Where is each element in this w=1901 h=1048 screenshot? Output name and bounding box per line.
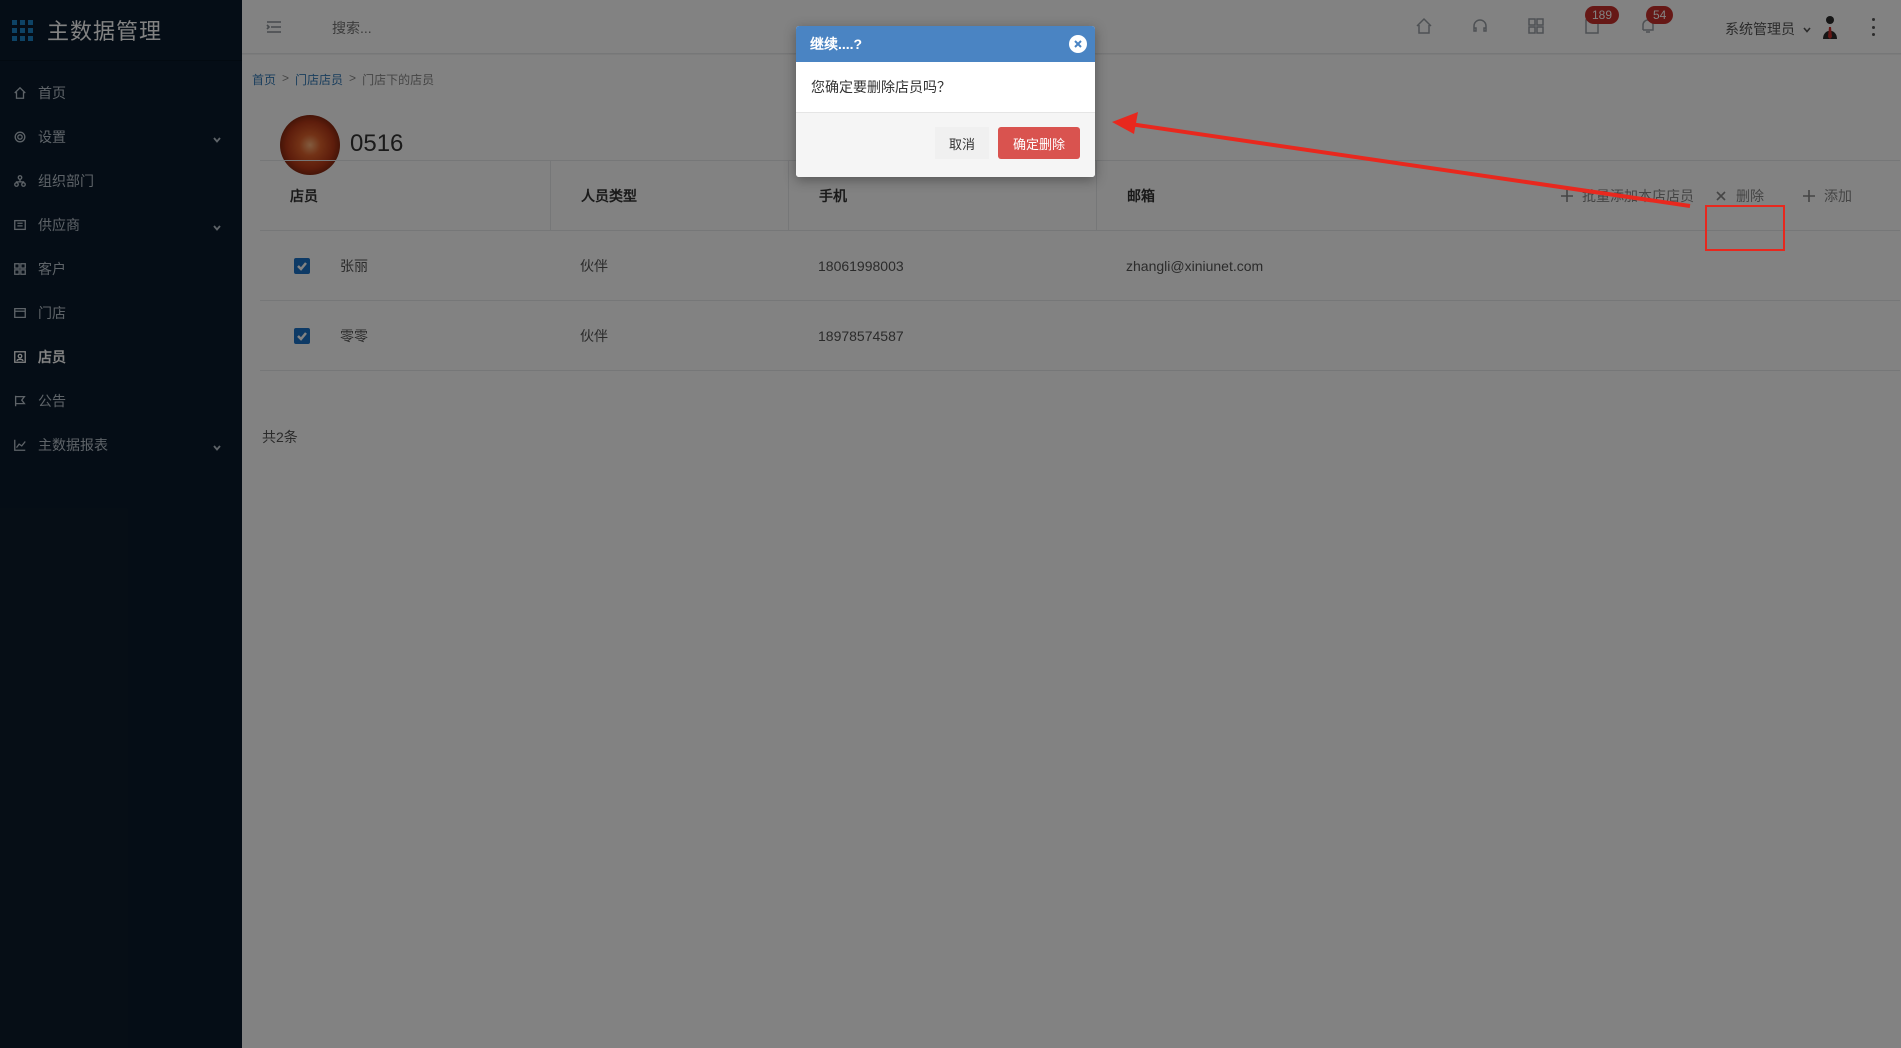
confirm-delete-button[interactable]: 确定删除 bbox=[998, 127, 1080, 159]
close-icon[interactable] bbox=[1069, 35, 1087, 53]
dialog-footer: 取消 确定删除 bbox=[796, 112, 1095, 177]
confirm-delete-dialog: 继续....? 您确定要删除店员吗？ 取消 确定删除 bbox=[796, 26, 1095, 177]
annotation-highlight-box bbox=[1705, 205, 1785, 251]
dialog-message: 您确定要删除店员吗？ bbox=[811, 79, 951, 95]
dialog-header: 继续....? bbox=[796, 26, 1095, 62]
dialog-title: 继续....? bbox=[810, 36, 863, 52]
cancel-button[interactable]: 取消 bbox=[935, 127, 989, 159]
